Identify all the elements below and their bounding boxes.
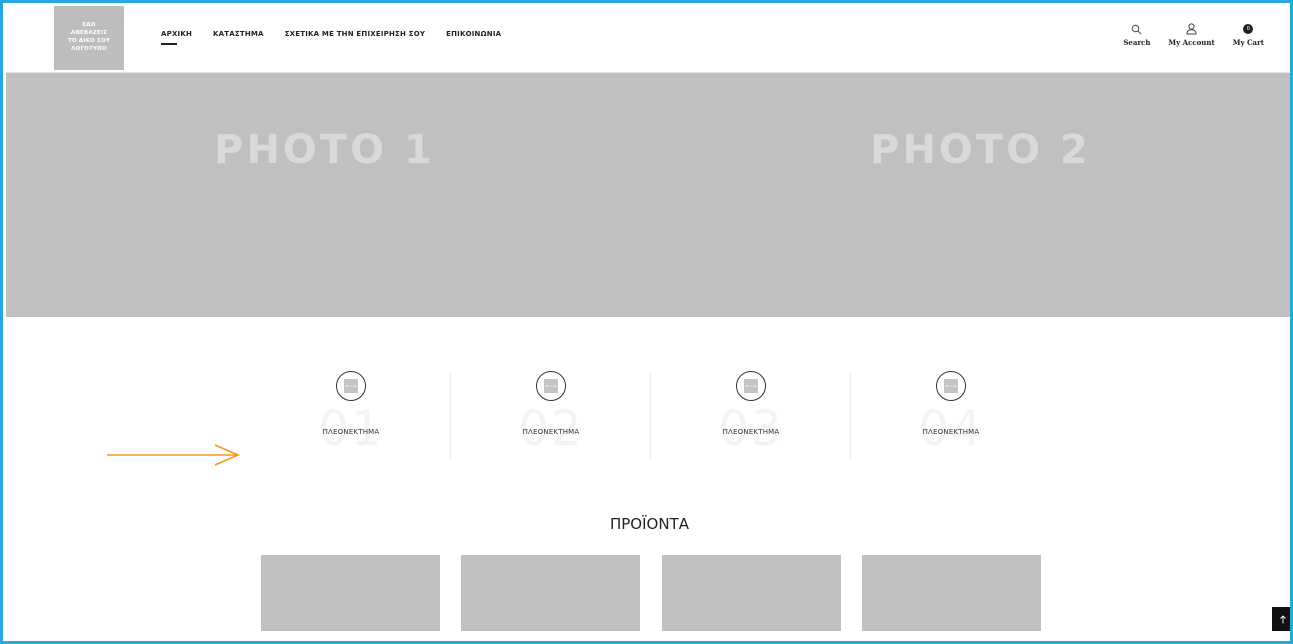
product-card[interactable]: [662, 555, 841, 631]
annotation-arrow-icon: [107, 444, 241, 466]
scroll-to-top-button[interactable]: [1272, 607, 1290, 631]
nav-item-home[interactable]: ΑΡΧΙΚΗ: [161, 30, 192, 45]
logo-text: ΕΔΩ ΑΝΕΒΑΖΕΙΣ ΤΟ ΔΙΚΟ ΣΟΥ ΛΟΓΟΤΥΠΟ: [67, 22, 111, 52]
product-card[interactable]: [461, 555, 640, 631]
advantage-icon-circle: 40 x 40: [936, 371, 966, 401]
header-actions: Search My Account 0 My Cart: [1123, 23, 1264, 47]
advantage-item: 01 40 x 40 ΠΛΕΟΝΕΚΤΗΜΑ: [251, 371, 451, 461]
advantage-item: 03 40 x 40 ΠΛΕΟΝΕΚΤΗΜΑ: [651, 371, 851, 461]
account-label: My Account: [1168, 38, 1215, 47]
advantage-item: 04 40 x 40 ΠΛΕΟΝΕΚΤΗΜΑ: [851, 371, 1051, 461]
advantage-title: ΠΛΕΟΝΕΚΤΗΜΑ: [322, 428, 380, 436]
account-button[interactable]: My Account: [1168, 23, 1215, 47]
hero-banner: PHOTO 1 PHOTO 2: [6, 73, 1290, 317]
advantage-icon-circle: 40 x 40: [736, 371, 766, 401]
product-card[interactable]: [862, 555, 1041, 631]
advantage-image-placeholder: 40 x 40: [744, 379, 758, 393]
user-icon: [1186, 23, 1197, 35]
nav-item-shop[interactable]: ΚΑΤΑΣΤΗΜΑ: [213, 30, 264, 38]
advantages-row: 01 40 x 40 ΠΛΕΟΝΕΚΤΗΜΑ 02 40 x 40 ΠΛΕΟΝΕ…: [251, 371, 1051, 461]
cart-button[interactable]: 0 My Cart: [1233, 23, 1264, 47]
main-nav: ΑΡΧΙΚΗ ΚΑΤΑΣΤΗΜΑ ΣΧΕΤΙΚΑ ΜΕ ΤΗΝ ΕΠΙΧΕΙΡΗ…: [161, 30, 522, 45]
advantage-item: 02 40 x 40 ΠΛΕΟΝΕΚΤΗΜΑ: [451, 371, 651, 461]
logo-placeholder[interactable]: ΕΔΩ ΑΝΕΒΑΖΕΙΣ ΤΟ ΔΙΚΟ ΣΟΥ ΛΟΓΟΤΥΠΟ: [54, 6, 124, 70]
nav-item-about[interactable]: ΣΧΕΤΙΚΑ ΜΕ ΤΗΝ ΕΠΙΧΕΙΡΗΣΗ ΣΟΥ: [285, 30, 425, 38]
page-frame: ΕΔΩ ΑΝΕΒΑΖΕΙΣ ΤΟ ΔΙΚΟ ΣΟΥ ΛΟΓΟΤΥΠΟ ΑΡΧΙΚ…: [0, 0, 1293, 644]
cart-label: My Cart: [1232, 38, 1264, 47]
hero-photo-1-placeholder: PHOTO 1: [214, 127, 435, 173]
cart-icon: 0: [1243, 23, 1254, 35]
advantage-image-placeholder: 40 x 40: [544, 379, 558, 393]
advantage-title: ΠΛΕΟΝΕΚΤΗΜΑ: [722, 428, 780, 436]
advantage-title: ΠΛΕΟΝΕΚΤΗΜΑ: [922, 428, 980, 436]
product-card[interactable]: [261, 555, 440, 631]
search-button[interactable]: Search: [1123, 23, 1150, 47]
search-icon: [1131, 23, 1142, 35]
hero-photo-2-placeholder: PHOTO 2: [870, 127, 1091, 173]
site-header: ΕΔΩ ΑΝΕΒΑΖΕΙΣ ΤΟ ΔΙΚΟ ΣΟΥ ΛΟΓΟΤΥΠΟ ΑΡΧΙΚ…: [6, 6, 1290, 73]
cart-count-badge: 0: [1243, 24, 1254, 34]
products-section-title: ΠΡΟΪΟΝΤΑ: [609, 515, 689, 533]
advantage-icon-circle: 40 x 40: [336, 371, 366, 401]
nav-item-contact[interactable]: ΕΠΙΚΟΙΝΩΝΙΑ: [446, 30, 501, 38]
arrow-up-icon: [1279, 614, 1286, 623]
advantage-icon-circle: 40 x 40: [536, 371, 566, 401]
advantage-title: ΠΛΕΟΝΕΚΤΗΜΑ: [522, 428, 580, 436]
search-label: Search: [1123, 38, 1151, 47]
advantage-image-placeholder: 40 x 40: [344, 379, 358, 393]
advantage-image-placeholder: 40 x 40: [944, 379, 958, 393]
